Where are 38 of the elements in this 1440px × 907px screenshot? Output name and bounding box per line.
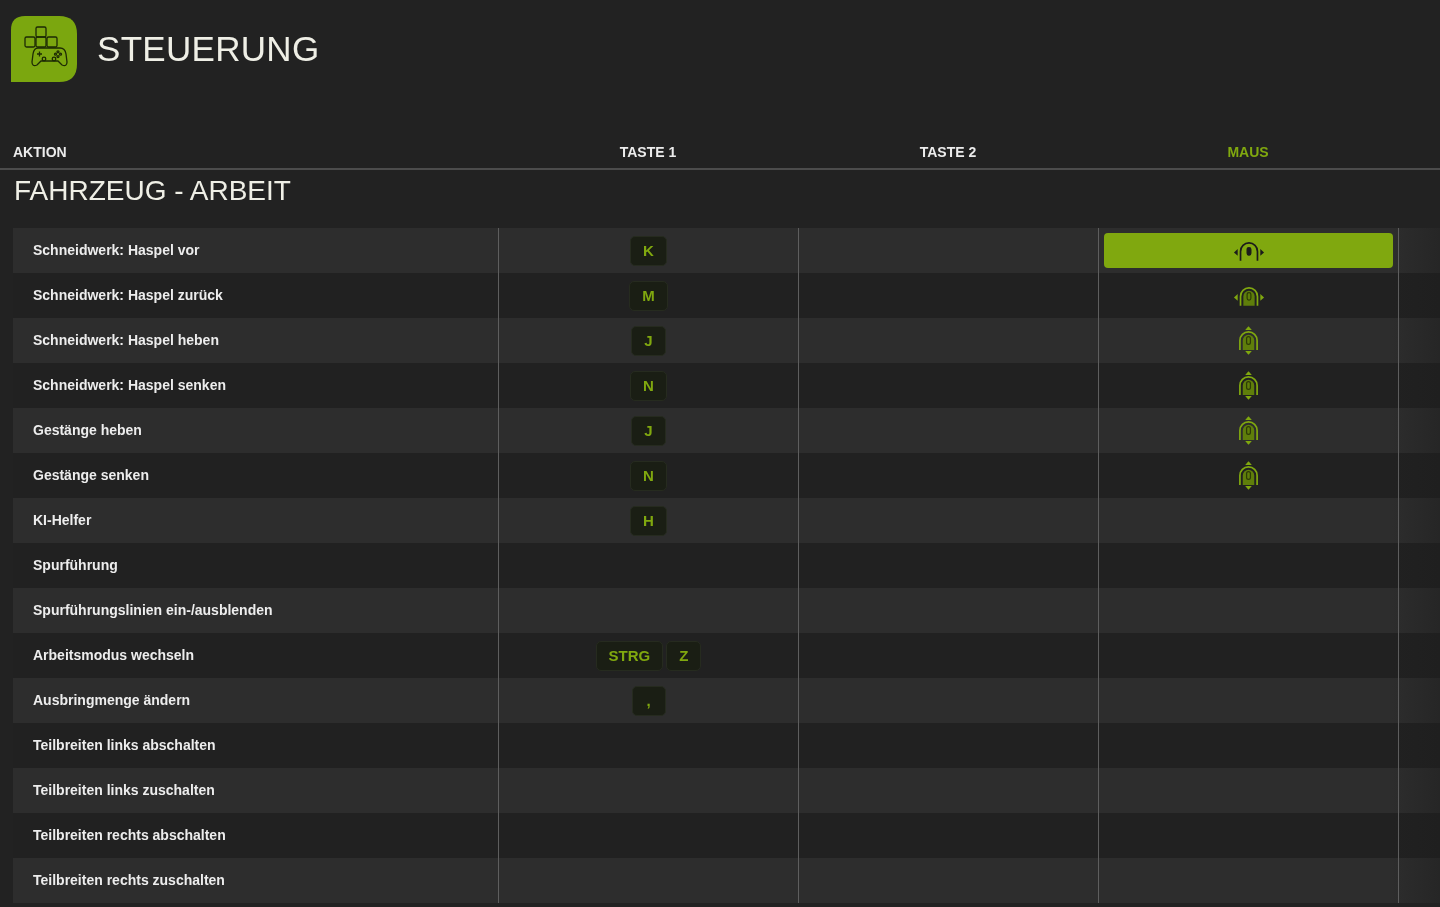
section-title: FAHRZEUG - ARBEIT bbox=[14, 174, 291, 208]
page-title: STEUERUNG bbox=[97, 29, 320, 69]
key-cap[interactable]: H bbox=[630, 505, 667, 536]
key-cap[interactable]: N bbox=[630, 370, 667, 401]
key-cap[interactable]: J bbox=[631, 415, 666, 446]
action-label: KI-Helfer bbox=[33, 512, 92, 529]
action-label: Teilbreiten rechts abschalten bbox=[33, 827, 226, 844]
column-header: TASTE 2 bbox=[919, 144, 977, 162]
key-cap[interactable]: N bbox=[630, 460, 667, 491]
column-header: AKTION bbox=[13, 144, 67, 162]
key-cap[interactable]: K bbox=[630, 235, 667, 266]
column-header: MAUS bbox=[1227, 144, 1269, 162]
key-cap[interactable]: M bbox=[629, 280, 668, 311]
action-label: Spurführung bbox=[33, 557, 118, 574]
key-cap[interactable]: J bbox=[631, 325, 666, 356]
action-label: Spurführungslinien ein-/ausblenden bbox=[33, 602, 273, 619]
action-label: Teilbreiten links abschalten bbox=[33, 737, 216, 754]
gamepad-keys-icon bbox=[11, 16, 77, 82]
action-label: Schneidwerk: Haspel zurück bbox=[33, 287, 223, 304]
key-cap[interactable]: , bbox=[631, 685, 666, 716]
mouse-icon bbox=[1232, 240, 1265, 261]
mouse-icon[interactable] bbox=[1238, 415, 1259, 446]
key-cap[interactable]: Z bbox=[666, 640, 702, 671]
action-label: Teilbreiten links zuschalten bbox=[33, 782, 215, 799]
action-label: Schneidwerk: Haspel vor bbox=[33, 242, 200, 259]
key-cap[interactable]: STRG bbox=[595, 640, 664, 671]
action-label: Arbeitsmodus wechseln bbox=[33, 647, 195, 664]
mouse-icon[interactable] bbox=[1232, 285, 1265, 306]
mouse-icon[interactable] bbox=[1238, 370, 1259, 401]
column-header: TASTE 1 bbox=[619, 144, 677, 162]
mouse-icon[interactable] bbox=[1238, 325, 1259, 356]
action-label: Ausbringmenge ändern bbox=[33, 692, 191, 709]
action-label: Teilbreiten rechts zuschalten bbox=[33, 872, 225, 889]
action-label: Schneidwerk: Haspel senken bbox=[33, 377, 226, 394]
action-label: Gestänge senken bbox=[33, 467, 149, 484]
action-label: Schneidwerk: Haspel heben bbox=[33, 332, 219, 349]
mouse-icon[interactable] bbox=[1238, 460, 1259, 491]
action-label: Gestänge heben bbox=[33, 422, 142, 439]
